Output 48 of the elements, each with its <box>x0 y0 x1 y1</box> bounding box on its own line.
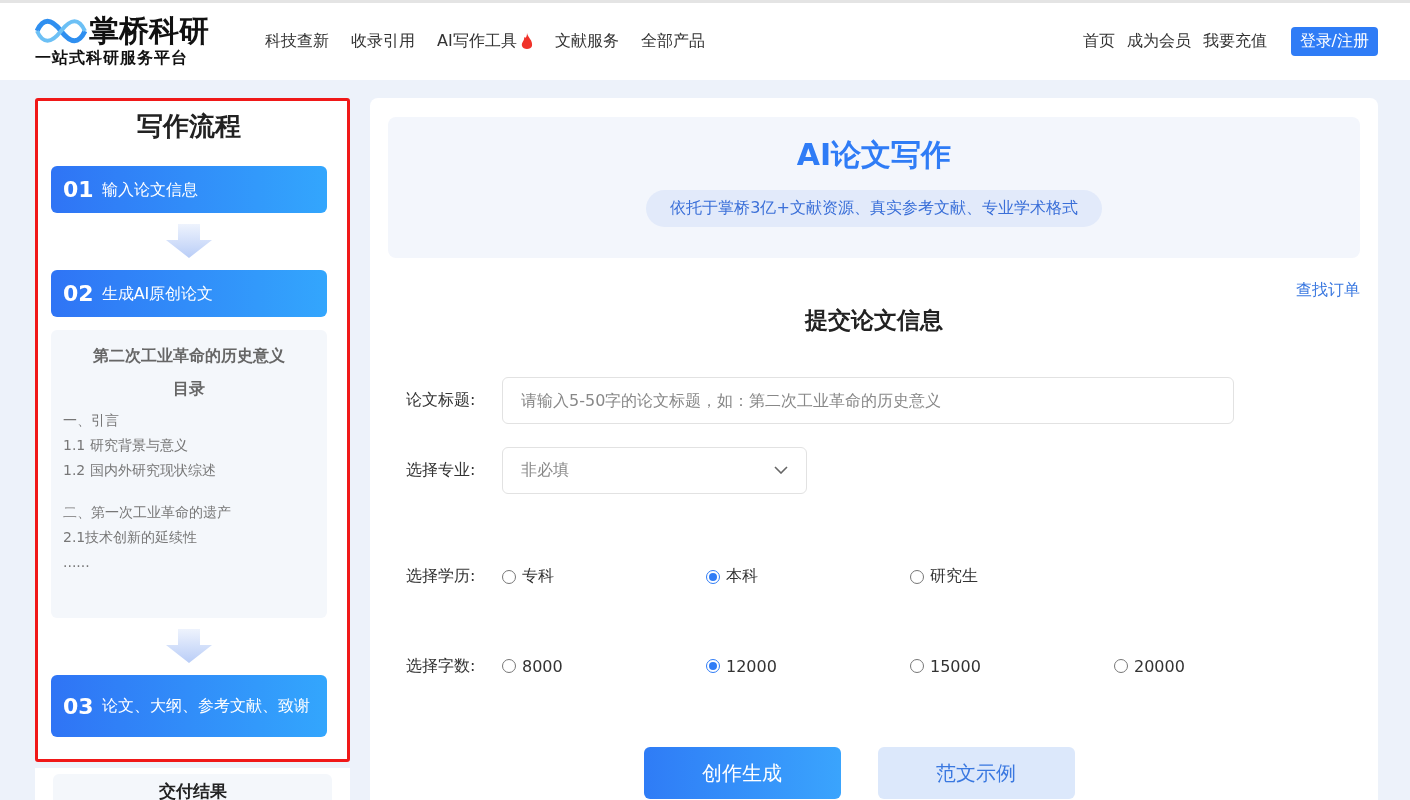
field-label: 选择学历: <box>406 566 477 588</box>
step-label: 生成AI原创论文 <box>101 282 214 305</box>
workflow-title: 写作流程 <box>136 110 242 143</box>
find-order-link[interactable]: 查找订单 <box>1296 280 1360 302</box>
down-arrow-icon <box>166 224 212 258</box>
radio-option[interactable]: 本科 <box>706 566 910 588</box>
radio-option[interactable]: 12000 <box>706 656 910 676</box>
field-label: 选择专业: <box>406 459 477 481</box>
field-label: 选择字数: <box>406 655 477 677</box>
nav-link[interactable]: 科技查新 <box>265 31 329 52</box>
outline-line: 1.2 国内外研究现状综述 <box>63 461 217 480</box>
step-number: 02 <box>63 281 94 306</box>
chevron-down-icon <box>774 466 788 475</box>
wave-logo-icon <box>35 16 87 46</box>
outline-line: ...... <box>63 553 91 572</box>
preview-title: 第二次工业革命的历史意义 <box>92 346 286 367</box>
hero-subtitle: 依托于掌桥3亿+文献资源、真实参考文献、专业学术格式 <box>646 190 1102 227</box>
nav-link[interactable]: 文献服务 <box>554 31 619 52</box>
header-link[interactable]: 我要充值 <box>1202 31 1267 52</box>
outline-line: 二、第一次工业革命的遗产 <box>63 503 232 522</box>
radio-option[interactable]: 研究生 <box>910 566 1114 588</box>
step-label: 论文、大纲、参考文献、致谢 <box>101 695 310 717</box>
login-button[interactable]: 登录/注册 <box>1290 27 1378 56</box>
radio-option[interactable]: 15000 <box>910 656 1114 676</box>
nav-link[interactable]: 全部产品 <box>640 31 705 52</box>
field-label: 论文标题: <box>406 390 477 412</box>
radio-option[interactable]: 20000 <box>1114 656 1318 676</box>
outline-line: 一、引言 <box>63 411 120 430</box>
step-number: 03 <box>63 693 94 719</box>
down-arrow-icon <box>166 629 212 663</box>
preview-heading: 目录 <box>172 379 206 400</box>
header-link[interactable]: 首页 <box>1082 31 1115 52</box>
step-label: 输入论文信息 <box>101 178 198 201</box>
hero-title: AI论文写作 <box>796 136 952 174</box>
title-input-field[interactable]: 请输入5-50字的论文标题，如：第二次工业革命的历史意义 <box>502 377 1234 425</box>
form-title: 提交论文信息 <box>803 306 944 336</box>
nav-link[interactable]: 收录引用 <box>351 31 415 52</box>
outline-line: 1.1 研究背景与意义 <box>63 436 189 455</box>
header-link[interactable]: 成为会员 <box>1126 31 1191 52</box>
radio-option[interactable]: 专科 <box>502 566 706 588</box>
major-select[interactable]: 非必填 <box>502 446 807 494</box>
radio-option[interactable]: 8000 <box>502 656 706 676</box>
outline-line: 2.1技术创新的延续性 <box>63 528 199 547</box>
logo-name: 掌桥科研 <box>89 14 209 48</box>
logo-slogan: 一站式科研服务平台 <box>35 48 189 69</box>
step-number: 01 <box>63 177 94 202</box>
nav-link[interactable]: AI写作工具 <box>437 31 533 52</box>
delivery-title: 交付结果 <box>158 781 227 800</box>
